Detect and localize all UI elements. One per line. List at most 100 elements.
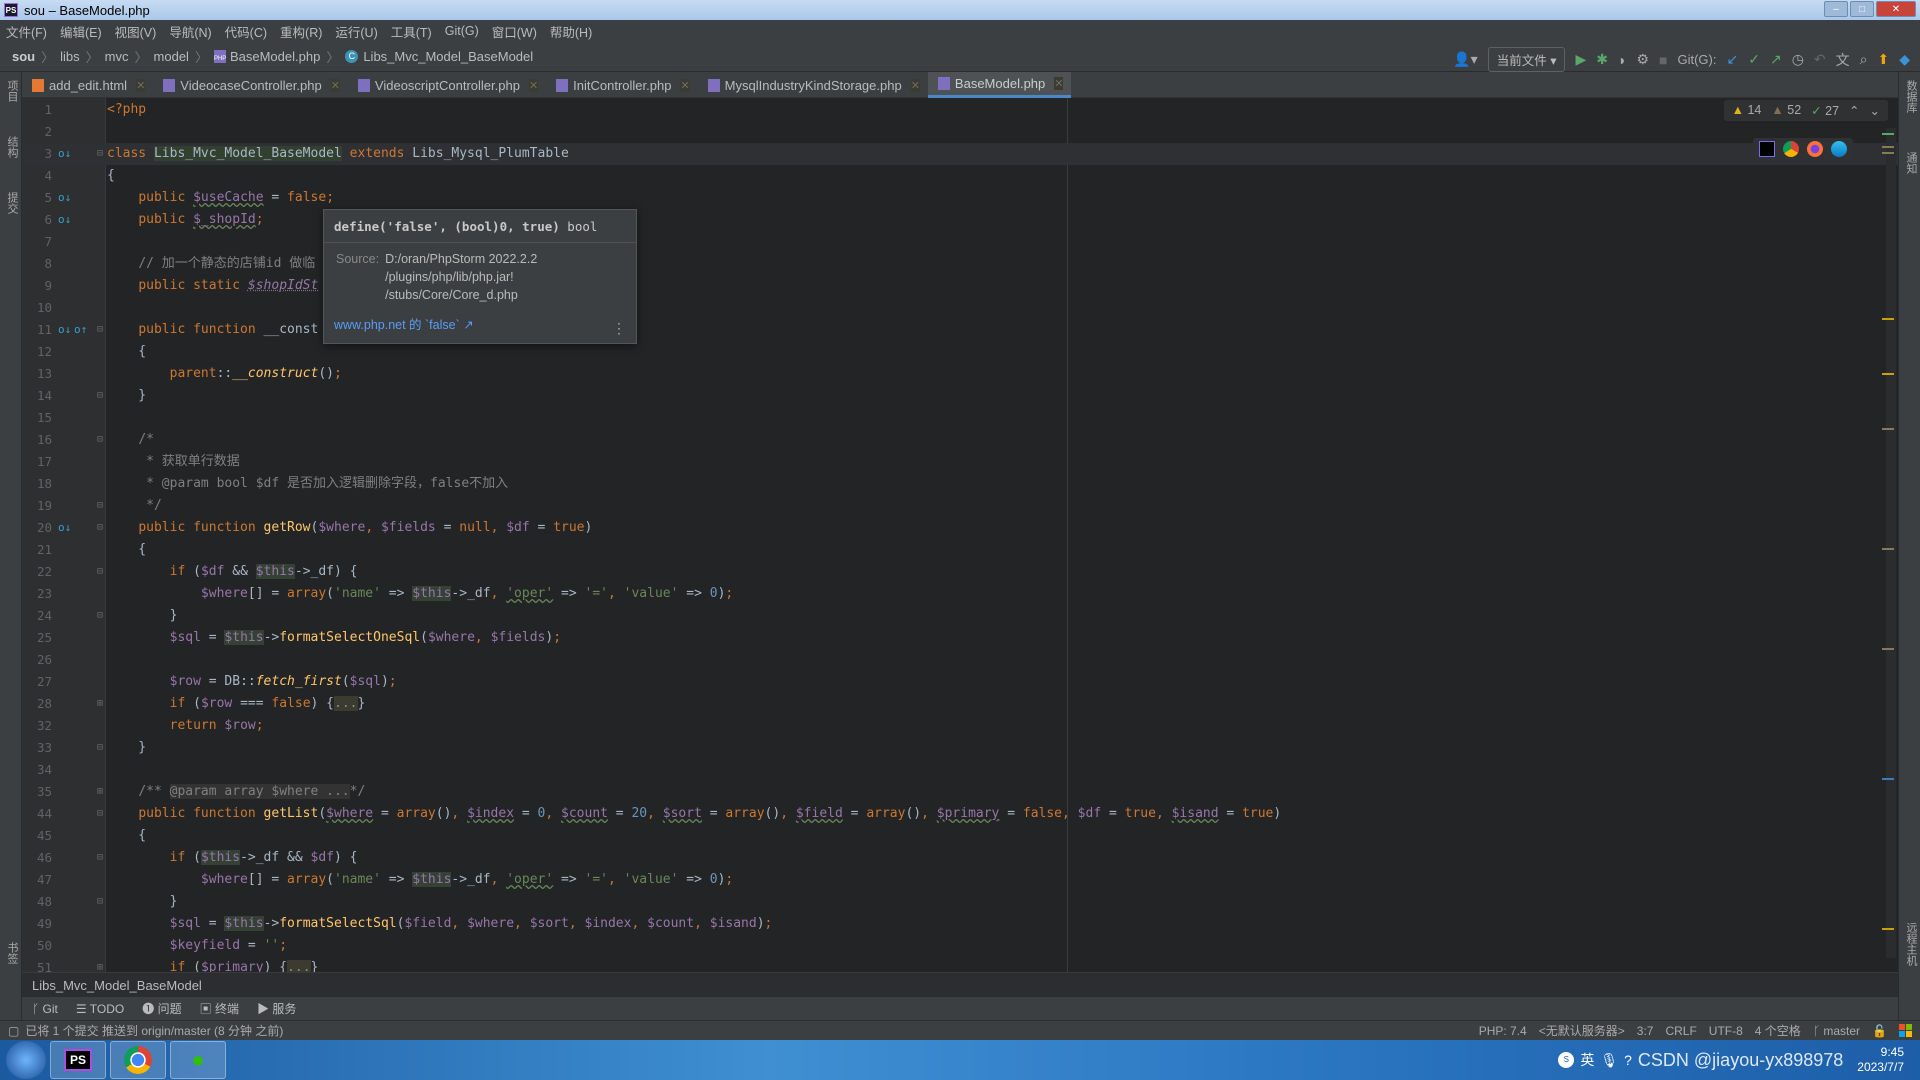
code-line[interactable]: 15 xyxy=(22,407,1898,429)
tool-database[interactable]: 数据库 xyxy=(1903,80,1919,113)
git-branch[interactable]: ᚴ master xyxy=(1813,1024,1860,1038)
code-line[interactable]: 48 ⊟ } xyxy=(22,891,1898,913)
tool-structure[interactable]: 结构 xyxy=(4,136,20,158)
code-line[interactable]: 13 parent::__construct(); xyxy=(22,363,1898,385)
menu-item[interactable]: 导航(N) xyxy=(169,22,211,41)
menu-item[interactable]: 窗口(W) xyxy=(492,22,537,41)
code-line[interactable]: 44 ⊟ public function getList($where = arr… xyxy=(22,803,1898,825)
menu-item[interactable]: 帮助(H) xyxy=(550,22,592,41)
warnings-count[interactable]: ▲ 14 xyxy=(1732,103,1762,118)
code-line[interactable]: 47 $where[] = array('name' => $this->_df… xyxy=(22,869,1898,891)
breadcrumb-libs[interactable]: libs xyxy=(60,49,80,64)
code-line[interactable]: 51 ⊞ if ($primary) {...} xyxy=(22,957,1898,972)
fold-open-icon[interactable]: ⊟ xyxy=(97,561,103,583)
tool-window-问题[interactable]: ❶ 问题 xyxy=(142,1000,181,1017)
next-problem-icon[interactable]: ⌄ xyxy=(1870,103,1880,118)
fold-open-icon[interactable]: ⊟ xyxy=(97,143,103,165)
code-line[interactable]: 25 $sql = $this->formatSelectOneSql($whe… xyxy=(22,627,1898,649)
deployment-server[interactable]: <无默认服务器> xyxy=(1539,1022,1625,1039)
code-line[interactable]: 2 xyxy=(22,121,1898,143)
menu-item[interactable]: 运行(U) xyxy=(335,22,377,41)
implements-gutter-icon[interactable]: o↓ xyxy=(58,187,71,209)
implements-gutter-icon[interactable]: o↓ xyxy=(58,517,71,539)
menu-item[interactable]: 编辑(E) xyxy=(60,22,102,41)
code-line[interactable]: 9 public static $shopIdSt xyxy=(22,275,1898,297)
code-line[interactable]: 10 xyxy=(22,297,1898,319)
fold-open-icon[interactable]: ⊟ xyxy=(97,319,103,341)
close-tab-icon[interactable]: ✕ xyxy=(1054,77,1064,90)
taskbar-phpstorm[interactable]: PS xyxy=(50,1041,106,1079)
close-tab-icon[interactable]: ✕ xyxy=(136,78,146,92)
indent-setting[interactable]: 4 个空格 xyxy=(1755,1022,1801,1039)
history-icon[interactable]: ◷ xyxy=(1792,51,1804,68)
tool-notifications[interactable]: 通知 xyxy=(1903,152,1919,174)
code-line[interactable]: 18 * @param bool $df 是否加入逻辑删除字段，false不加入 xyxy=(22,473,1898,495)
clock[interactable]: 9:45 2023/7/7 xyxy=(1857,1045,1904,1075)
taskbar-wechat[interactable]: ● xyxy=(170,1041,226,1079)
tool-window-Git[interactable]: ᚴ Git xyxy=(32,1002,58,1016)
breadcrumb-class[interactable]: Libs_Mvc_Model_BaseModel xyxy=(363,49,533,64)
minimize-button[interactable]: – xyxy=(1824,1,1848,17)
start-button[interactable] xyxy=(6,1041,46,1079)
user-icon[interactable]: 👤▾ xyxy=(1453,51,1477,68)
stop-icon[interactable]: ■ xyxy=(1659,52,1667,68)
inspection-widget[interactable]: ▲ 14 ▲ 52 ✓ 27 ⌃ ⌄ xyxy=(1723,100,1888,121)
chrome-icon[interactable] xyxy=(1783,141,1799,157)
tool-window-服务[interactable]: ▶ 服务 xyxy=(257,1000,296,1017)
previous-problem-icon[interactable]: ⌃ xyxy=(1849,103,1859,118)
edge-icon[interactable] xyxy=(1831,141,1847,157)
file-encoding[interactable]: UTF-8 xyxy=(1709,1024,1743,1038)
run-config-dropdown[interactable]: 当前文件 ▾ xyxy=(1487,47,1566,72)
code-line[interactable]: 14 ⊟ } xyxy=(22,385,1898,407)
git-update-icon[interactable]: ↙ xyxy=(1726,51,1738,68)
caret-position[interactable]: 3:7 xyxy=(1637,1024,1654,1038)
tab-videocasecontroller-php[interactable]: VideocaseController.php ✕ xyxy=(153,72,348,98)
code-line[interactable]: 16 ⊟ /* xyxy=(22,429,1898,451)
code-line[interactable]: 6 o↓ public $_shopId; xyxy=(22,209,1898,231)
phpstorm-browser-icon[interactable] xyxy=(1759,141,1775,157)
translate-icon[interactable]: 文 xyxy=(1836,50,1850,70)
menu-item[interactable]: 视图(V) xyxy=(115,22,157,41)
code-line[interactable]: 17 * 获取单行数据 xyxy=(22,451,1898,473)
menu-item[interactable]: 代码(C) xyxy=(225,22,267,41)
search-icon[interactable]: ⌕ xyxy=(1860,51,1868,68)
ime-language[interactable]: 英 xyxy=(1580,1050,1594,1070)
profile-icon[interactable]: ⚙ xyxy=(1636,51,1649,68)
rollback-icon[interactable]: ↶ xyxy=(1814,51,1826,68)
code-breadcrumb[interactable]: Libs_Mvc_Model_BaseModel xyxy=(22,972,1898,997)
code-line[interactable]: 34 xyxy=(22,759,1898,781)
code-line[interactable]: 12 { xyxy=(22,341,1898,363)
fold-close-icon[interactable]: ⊟ xyxy=(97,737,103,759)
breadcrumb-model[interactable]: model xyxy=(154,49,189,64)
lock-icon[interactable]: 🔓 xyxy=(1872,1024,1887,1038)
firefox-icon[interactable] xyxy=(1807,141,1823,157)
git-push-icon[interactable]: ↗ xyxy=(1770,51,1782,68)
breadcrumb-file[interactable]: BaseModel.php xyxy=(230,49,320,64)
more-options-icon[interactable]: ⋮ xyxy=(612,320,626,337)
overrides-gutter-icon[interactable]: o↑ xyxy=(74,319,87,341)
menu-item[interactable]: 工具(T) xyxy=(391,22,432,41)
fold-open-icon[interactable]: ⊟ xyxy=(97,517,103,539)
code-line[interactable]: 8 // 加一个静态的店铺id 做临 xyxy=(22,253,1898,275)
typos-count[interactable]: ✓ 27 xyxy=(1811,103,1839,118)
code-line[interactable]: 3 o↓ ⊟ class Libs_Mvc_Model_BaseModel exten… xyxy=(22,143,1898,165)
close-tab-icon[interactable]: ✕ xyxy=(910,78,920,92)
implements-gutter-icon[interactable]: o↓ xyxy=(58,143,71,165)
fold-plus-icon[interactable]: ⊞ xyxy=(97,781,103,803)
tool-window-终端[interactable]: ▣ 终端 xyxy=(200,1000,239,1017)
code-line[interactable]: 32 return $row; xyxy=(22,715,1898,737)
run-icon[interactable]: ▶ xyxy=(1575,51,1586,68)
taskbar-chrome[interactable] xyxy=(110,1041,166,1079)
weak-warnings-count[interactable]: ▲ 52 xyxy=(1771,103,1801,118)
code-line[interactable]: 7 xyxy=(22,231,1898,253)
fold-open-icon[interactable]: ⊟ xyxy=(97,847,103,869)
code-line[interactable]: 19 ⊟ */ xyxy=(22,495,1898,517)
code-line[interactable]: 46 ⊟ if ($this->_df && $df) { xyxy=(22,847,1898,869)
menu-item[interactable]: 重构(R) xyxy=(280,22,322,41)
close-tab-icon[interactable]: ✕ xyxy=(330,78,340,92)
breadcrumb-mvc[interactable]: mvc xyxy=(105,49,129,64)
tab-initcontroller-php[interactable]: InitController.php ✕ xyxy=(546,72,698,98)
code-line[interactable]: 1 <?php xyxy=(22,99,1898,121)
coverage-icon[interactable]: ◗ xyxy=(1618,52,1626,68)
close-tab-icon[interactable]: ✕ xyxy=(680,78,690,92)
